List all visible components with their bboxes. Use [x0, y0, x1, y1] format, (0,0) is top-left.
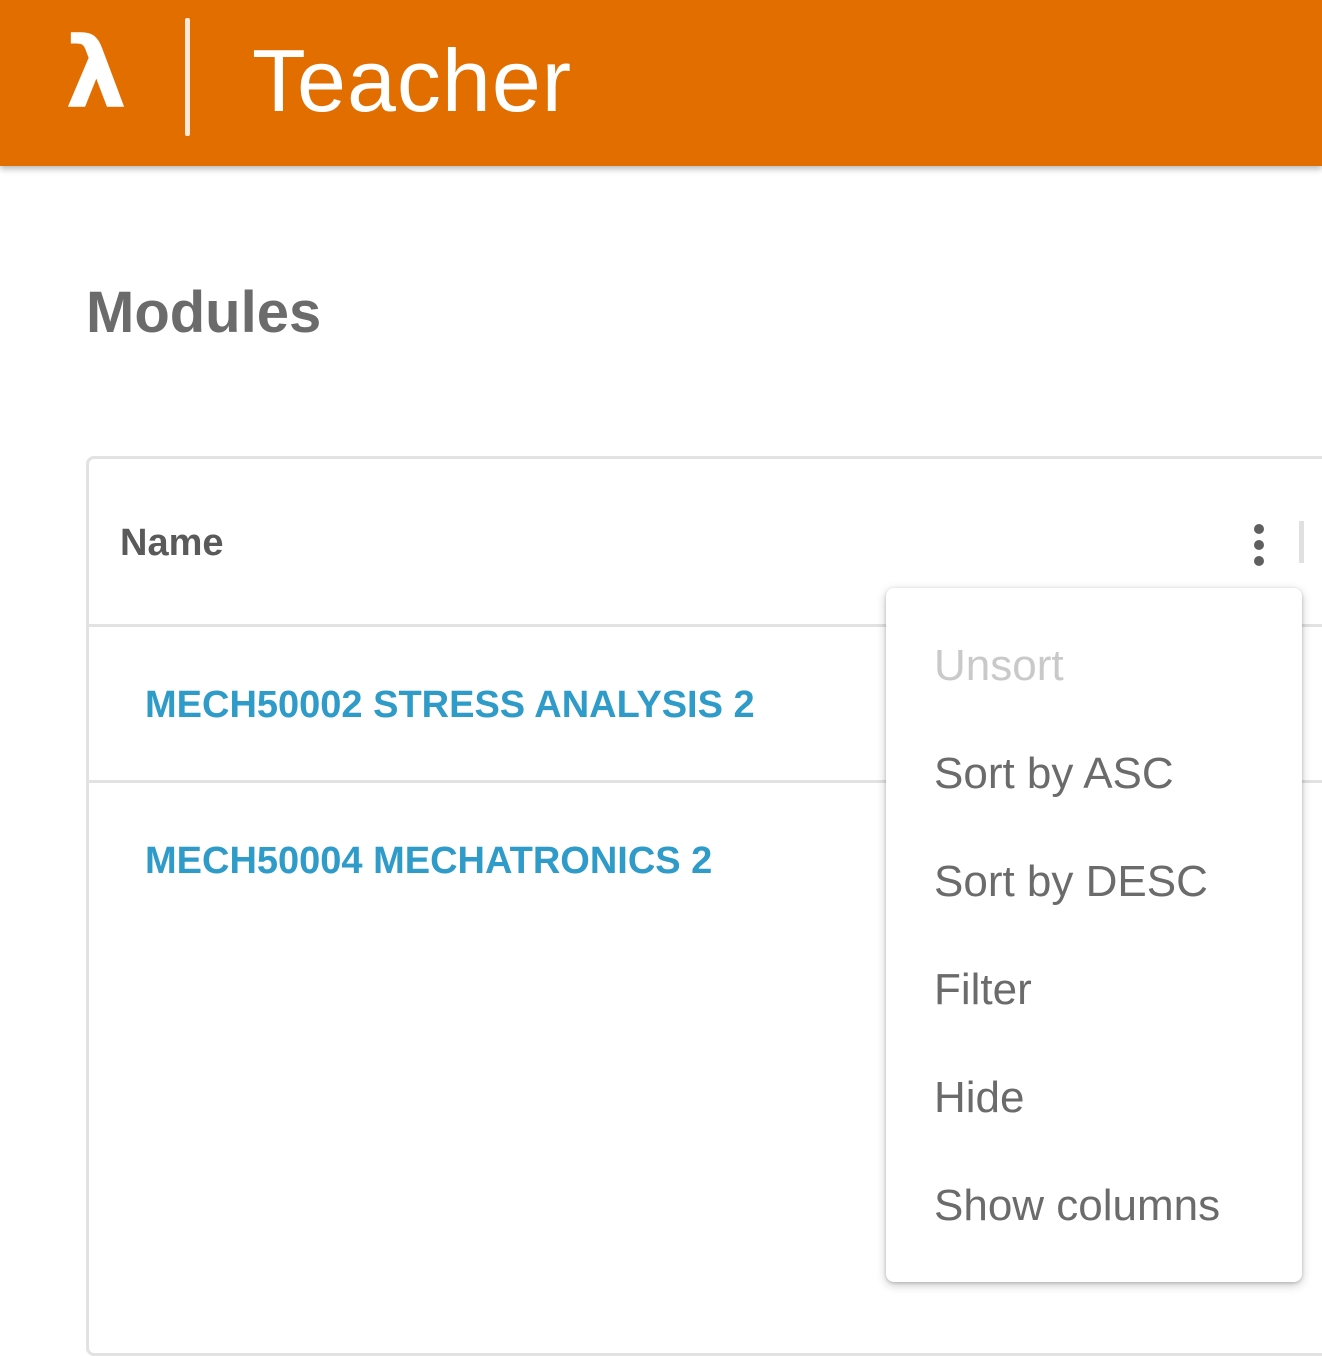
module-link[interactable]: MECH50002 STRESS ANALYSIS 2 — [145, 679, 755, 731]
menu-item-sort-desc[interactable]: Sort by DESC — [886, 828, 1302, 936]
menu-item-sort-asc[interactable]: Sort by ASC — [886, 720, 1302, 828]
kebab-dot — [1254, 524, 1264, 534]
app-bar: λ Teacher — [0, 0, 1322, 166]
page-title: Modules — [86, 280, 322, 345]
menu-item-unsort: Unsort — [934, 641, 1064, 690]
lambda-logo-icon[interactable]: λ — [58, 18, 134, 130]
menu-item-filter[interactable]: Filter — [886, 936, 1302, 1044]
menu-item-hide[interactable]: Hide — [886, 1044, 1302, 1152]
kebab-dot — [1254, 540, 1264, 550]
column-header-name[interactable]: Name — [120, 515, 224, 571]
app-title: Teacher — [252, 31, 573, 130]
module-link[interactable]: MECH50004 MECHATRONICS 2 — [145, 835, 712, 887]
app-bar-divider — [185, 18, 190, 136]
kebab-menu-icon[interactable] — [1237, 519, 1281, 571]
kebab-dot — [1254, 556, 1264, 566]
column-resize-handle[interactable] — [1299, 521, 1304, 563]
column-menu: Unsort Sort by ASC Sort by DESC Filter H… — [886, 588, 1302, 1282]
menu-item-show-columns[interactable]: Show columns — [886, 1152, 1302, 1260]
